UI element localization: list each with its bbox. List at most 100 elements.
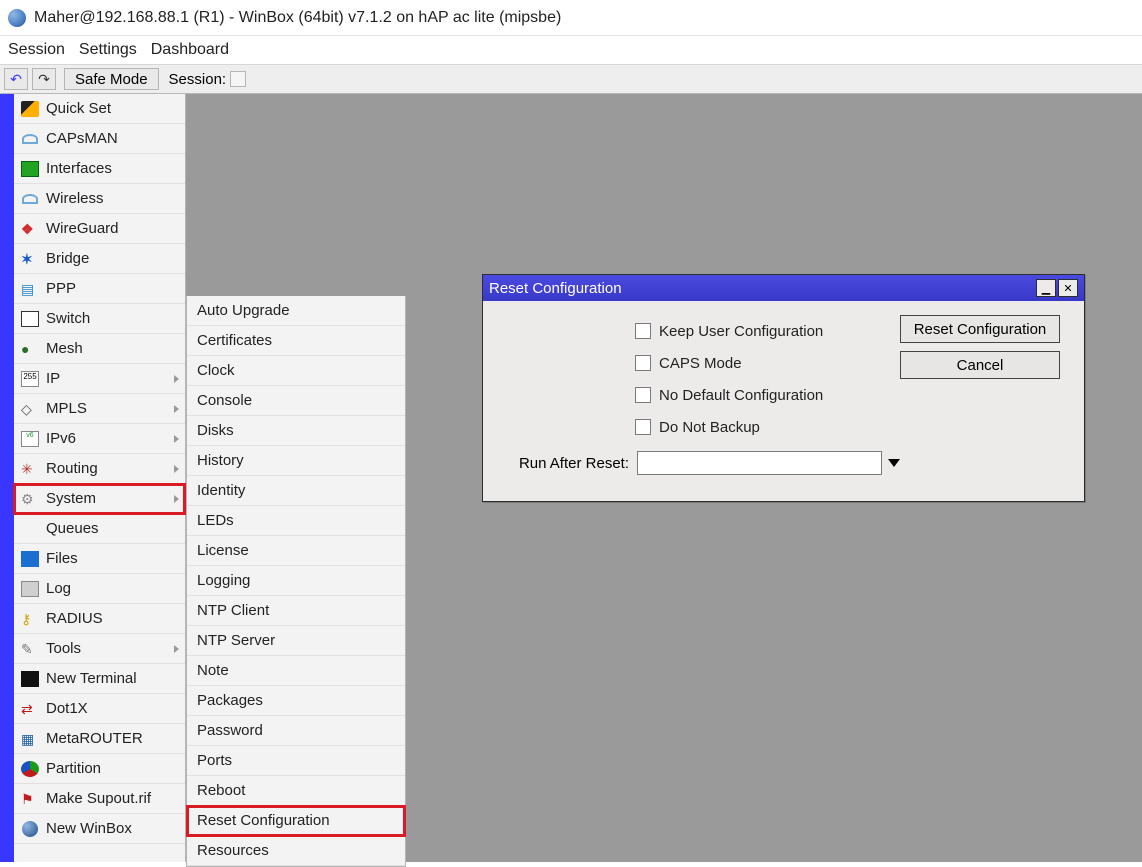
- checkbox-row-no-default: No Default Configuration: [497, 379, 900, 411]
- chevron-right-icon: [174, 495, 179, 503]
- sidebar-item-files[interactable]: Files: [14, 544, 185, 574]
- sidebar-item-label: Tools: [46, 640, 170, 657]
- submenu-item-password[interactable]: Password: [187, 716, 405, 746]
- submenu-item-auto-upgrade[interactable]: Auto Upgrade: [187, 296, 405, 326]
- sidebar-item-label: Dot1X: [46, 700, 179, 717]
- submenu-item-console[interactable]: Console: [187, 386, 405, 416]
- sidebar-item-system[interactable]: ⚙System: [14, 484, 185, 514]
- sidebar-item-ipv6[interactable]: v6IPv6: [14, 424, 185, 454]
- sidebar-item-label: Switch: [46, 310, 179, 327]
- sidebar-item-label: Partition: [46, 760, 179, 777]
- dialog-minimize-button[interactable]: ▁: [1036, 279, 1056, 297]
- system-submenu: Auto UpgradeCertificatesClockConsoleDisk…: [186, 296, 406, 867]
- safe-mode-button[interactable]: Safe Mode: [64, 68, 159, 90]
- ppp-icon: ▤: [20, 280, 40, 298]
- sidebar-item-wireless[interactable]: Wireless: [14, 184, 185, 214]
- new-terminal-icon: [20, 670, 40, 688]
- submenu-item-note[interactable]: Note: [187, 656, 405, 686]
- sidebar-item-new-winbox[interactable]: New WinBox: [14, 814, 185, 844]
- do-not-backup-checkbox[interactable]: [635, 419, 651, 435]
- dialog-titlebar[interactable]: Reset Configuration ▁ ✕: [483, 275, 1084, 301]
- left-blue-bar: [0, 94, 14, 862]
- chevron-right-icon: [174, 435, 179, 443]
- sidebar-item-label: Files: [46, 550, 179, 567]
- checkbox-row-no-backup: Do Not Backup: [497, 411, 900, 443]
- no-default-config-label: No Default Configuration: [659, 387, 823, 404]
- ip-icon: 255: [20, 370, 40, 388]
- run-after-reset-label: Run After Reset:: [497, 455, 629, 472]
- submenu-item-disks[interactable]: Disks: [187, 416, 405, 446]
- sidebar-item-interfaces[interactable]: Interfaces: [14, 154, 185, 184]
- dot1x-icon: ⇄: [20, 700, 40, 718]
- redo-button[interactable]: ↷: [32, 68, 56, 90]
- submenu-item-ports[interactable]: Ports: [187, 746, 405, 776]
- undo-button[interactable]: ↶: [4, 68, 28, 90]
- sidebar-item-queues[interactable]: Queues: [14, 514, 185, 544]
- no-default-config-checkbox[interactable]: [635, 387, 651, 403]
- metarouter-icon: ▦: [20, 730, 40, 748]
- sidebar-item-radius[interactable]: ⚷RADIUS: [14, 604, 185, 634]
- submenu-item-clock[interactable]: Clock: [187, 356, 405, 386]
- reset-configuration-button[interactable]: Reset Configuration: [900, 315, 1060, 343]
- sidebar-item-make-supout[interactable]: ⚑Make Supout.rif: [14, 784, 185, 814]
- submenu-item-logging[interactable]: Logging: [187, 566, 405, 596]
- run-after-reset-dropdown-icon[interactable]: [888, 459, 900, 467]
- log-icon: [20, 580, 40, 598]
- sidebar-item-new-terminal[interactable]: New Terminal: [14, 664, 185, 694]
- chevron-right-icon: [174, 405, 179, 413]
- files-icon: [20, 550, 40, 568]
- sidebar-item-ppp[interactable]: ▤PPP: [14, 274, 185, 304]
- sidebar-item-mesh[interactable]: ●Mesh: [14, 334, 185, 364]
- submenu-item-packages[interactable]: Packages: [187, 686, 405, 716]
- wireless-icon: [20, 190, 40, 208]
- chevron-right-icon: [174, 645, 179, 653]
- window-titlebar: Maher@192.168.88.1 (R1) - WinBox (64bit)…: [0, 0, 1142, 36]
- sidebar-item-log[interactable]: Log: [14, 574, 185, 604]
- sidebar-item-switch[interactable]: Switch: [14, 304, 185, 334]
- submenu-item-history[interactable]: History: [187, 446, 405, 476]
- sidebar-item-quick-set[interactable]: Quick Set: [14, 94, 185, 124]
- menu-settings[interactable]: Settings: [79, 41, 137, 59]
- sidebar-item-label: RADIUS: [46, 610, 179, 627]
- sidebar-item-label: IP: [46, 370, 170, 387]
- run-after-reset-input[interactable]: [637, 451, 882, 475]
- dialog-close-button[interactable]: ✕: [1058, 279, 1078, 297]
- sidebar-item-metarouter[interactable]: ▦MetaROUTER: [14, 724, 185, 754]
- keep-user-config-label: Keep User Configuration: [659, 323, 823, 340]
- submenu-item-license[interactable]: License: [187, 536, 405, 566]
- submenu-item-certificates[interactable]: Certificates: [187, 326, 405, 356]
- submenu-item-identity[interactable]: Identity: [187, 476, 405, 506]
- submenu-item-reboot[interactable]: Reboot: [187, 776, 405, 806]
- menu-session[interactable]: Session: [8, 41, 65, 59]
- sidebar-item-bridge[interactable]: ✶Bridge: [14, 244, 185, 274]
- sidebar-item-routing[interactable]: ✳Routing: [14, 454, 185, 484]
- sidebar-item-tools[interactable]: ✎ Tools: [14, 634, 185, 664]
- cancel-button[interactable]: Cancel: [900, 351, 1060, 379]
- sidebar-item-partition[interactable]: Partition: [14, 754, 185, 784]
- sidebar-item-label: MPLS: [46, 400, 170, 417]
- submenu-item-ntp-server[interactable]: NTP Server: [187, 626, 405, 656]
- tools-icon: ✎: [20, 640, 40, 658]
- chevron-right-icon: [174, 465, 179, 473]
- submenu-item-ntp-client[interactable]: NTP Client: [187, 596, 405, 626]
- dialog-title: Reset Configuration: [489, 280, 622, 297]
- queues-icon: [20, 520, 40, 538]
- submenu-item-leds[interactable]: LEDs: [187, 506, 405, 536]
- sidebar-item-ip[interactable]: 255 IP: [14, 364, 185, 394]
- sidebar-item-mpls[interactable]: ◇ MPLS: [14, 394, 185, 424]
- bridge-icon: ✶: [20, 250, 40, 268]
- sidebar-item-capsman[interactable]: CAPsMAN: [14, 124, 185, 154]
- caps-mode-checkbox[interactable]: [635, 355, 651, 371]
- sidebar-item-dot1x[interactable]: ⇄ Dot1X: [14, 694, 185, 724]
- switch-icon: [20, 310, 40, 328]
- keep-user-config-checkbox[interactable]: [635, 323, 651, 339]
- menu-dashboard[interactable]: Dashboard: [151, 41, 229, 59]
- mpls-icon: ◇: [20, 400, 40, 418]
- submenu-item-reset-configuration[interactable]: Reset Configuration: [187, 806, 405, 836]
- sidebar-item-wireguard[interactable]: ❖WireGuard: [14, 214, 185, 244]
- do-not-backup-label: Do Not Backup: [659, 419, 760, 436]
- sidebar-item-label: WireGuard: [46, 220, 179, 237]
- system-icon: ⚙: [20, 490, 40, 508]
- app-globe-icon: [8, 9, 26, 27]
- sidebar-item-label: Mesh: [46, 340, 179, 357]
